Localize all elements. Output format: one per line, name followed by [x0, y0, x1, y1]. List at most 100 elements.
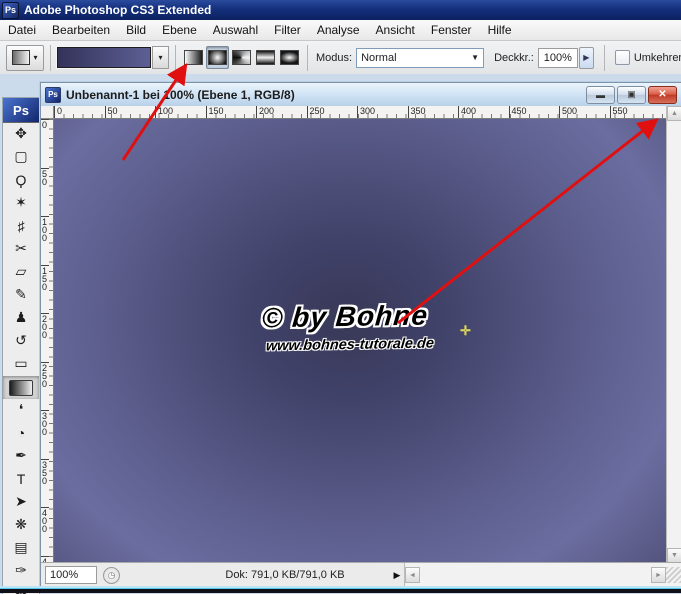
umkehren-checkbox[interactable] [614, 50, 630, 65]
tool-icon: ✶ [15, 194, 27, 210]
divider [175, 44, 176, 71]
doc-close-button[interactable]: ✕ [648, 85, 677, 104]
dodge-tool[interactable]: ◔ [3, 422, 39, 445]
opacity-value: 100% [543, 51, 572, 64]
tool-icon: ▱ [15, 263, 27, 279]
healing-brush-tool[interactable]: ▱ [3, 261, 39, 284]
crop-tool[interactable]: ♯ [3, 215, 39, 238]
ruler-label: 300 [357, 106, 408, 118]
magic-wand-tool[interactable]: ✶ [3, 192, 39, 215]
menu-item[interactable]: Ansicht [368, 21, 423, 40]
custom-shape-tool[interactable]: ❋ [3, 514, 39, 537]
type-tool[interactable]: T [3, 468, 39, 491]
pen-tool[interactable]: ✒ [3, 445, 39, 468]
scroll-down-button[interactable]: ▼ [667, 548, 681, 563]
lasso-tool[interactable]: Ϙ [3, 169, 39, 192]
menu-item[interactable]: Filter [266, 21, 309, 40]
ruler-label: 0 [54, 106, 105, 118]
gradient-preview-well[interactable] [56, 46, 152, 69]
ruler-label: 400 [458, 106, 509, 118]
chevron-right-icon: ▶ [583, 53, 590, 62]
maximize-icon: ▣ [627, 89, 636, 99]
menu-item[interactable]: Bild [118, 21, 154, 40]
opacity-slider-button[interactable]: ▶ [578, 46, 594, 69]
menu-item[interactable]: Hilfe [480, 21, 520, 40]
ruler-label: 550 [609, 106, 661, 118]
ruler-label: 200 [41, 313, 49, 362]
tool-icon: ✎ [15, 286, 27, 302]
arrow-left-icon: ◄ [409, 571, 416, 579]
scroll-right-button[interactable]: ► [651, 567, 666, 583]
menu-item[interactable]: Fenster [423, 21, 480, 40]
ruler-label: 400 [41, 507, 49, 556]
resize-grip[interactable] [666, 567, 681, 583]
menu-item[interactable]: Bearbeiten [44, 21, 118, 40]
eraser-tool[interactable]: ▭ [3, 353, 39, 376]
brush-tool[interactable]: ✎ [3, 284, 39, 307]
zoom-level-field[interactable]: 100% [45, 566, 97, 584]
blur-tool[interactable]: ❛ [3, 399, 39, 422]
ruler-label: 50 [104, 106, 156, 118]
modus-label: Modus: [316, 51, 353, 64]
app-titlebar: Ps Adobe Photoshop CS3 Extended [0, 0, 681, 20]
ruler-corner [41, 106, 54, 119]
tool-icon: ✂ [15, 240, 27, 256]
path-selection-tool[interactable]: ➤ [3, 491, 39, 514]
scroll-left-button[interactable]: ◄ [405, 567, 420, 583]
divider [50, 44, 51, 71]
clone-stamp-tool[interactable]: ♟ [3, 307, 39, 330]
gradient-tool[interactable] [3, 376, 39, 399]
scroll-up-button[interactable]: ▲ [667, 106, 681, 121]
eyedropper-tool[interactable]: ✑ [3, 560, 39, 583]
horizontal-scrollbar[interactable]: ◄ ► [404, 563, 681, 587]
gradient-angle-button[interactable] [230, 46, 253, 69]
gradient-tool-preset-button[interactable]: ▾ [6, 44, 44, 71]
gradient-diamond-button[interactable] [278, 46, 301, 69]
toolbox: Ps ✥▢Ϙ✶♯✂▱✎♟↺▭❛◔✒T➤❋▤✑✥ [2, 97, 40, 594]
arrow-up-icon: ▲ [671, 110, 678, 117]
vertical-scrollbar[interactable]: ▲ ▼ [666, 106, 681, 563]
menu-item[interactable]: Auswahl [205, 21, 266, 40]
umkehren-label: Umkehren [633, 51, 681, 64]
status-menu-button[interactable]: ▶ [390, 570, 404, 581]
watermark-url: www.bohnes-tutorale.de [265, 335, 435, 355]
minimize-icon: ▬ [596, 89, 605, 100]
opacity-field[interactable]: 100% [537, 47, 578, 68]
doc-minimize-button[interactable]: ▬ [586, 85, 615, 104]
blend-mode-select[interactable]: Normal ▼ [356, 47, 485, 68]
notes-tool[interactable]: ▤ [3, 537, 39, 560]
gradient-reflected-button[interactable] [254, 46, 277, 69]
app-title: Adobe Photoshop CS3 Extended [24, 3, 212, 17]
tool-icon: ▤ [14, 539, 28, 555]
canvas[interactable]: © by Bohne www.bohnes-tutorale.de ✛ [54, 119, 666, 563]
menu-item[interactable]: Analyse [309, 21, 368, 40]
gradient-linear-button[interactable] [182, 46, 205, 69]
history-brush-tool[interactable]: ↺ [3, 330, 39, 353]
zoom-level-value: 100% [50, 569, 79, 581]
vertical-ruler: 050100150200250300350400450 [41, 119, 54, 563]
chevron-down-icon: ▼ [471, 53, 480, 62]
slice-tool[interactable]: ✂ [3, 238, 39, 261]
arrow-right-icon: ▶ [393, 569, 401, 580]
ruler-label: 250 [306, 106, 358, 118]
photoshop-app-icon: Ps [2, 1, 19, 19]
gradient-type-icon [256, 50, 275, 65]
tool-icon: ✑ [15, 562, 27, 578]
document-file-icon: Ps [45, 86, 61, 103]
ruler-label: 50 [41, 167, 49, 217]
gradient-picker-open-button[interactable]: ▾ [152, 46, 169, 69]
move-tool[interactable]: ✥ [3, 123, 39, 146]
doc-maximize-button[interactable]: ▣ [617, 85, 646, 104]
menu-item[interactable]: Datei [0, 21, 44, 40]
desktop-edge [0, 586, 681, 593]
clock-icon: ◷ [103, 566, 120, 584]
gradient-radial-button[interactable] [206, 46, 229, 69]
tool-icon: ✒ [15, 447, 27, 463]
gradient-type-icon [280, 50, 299, 65]
marquee-tool[interactable]: ▢ [3, 146, 39, 169]
menu-item[interactable]: Ebene [154, 21, 205, 40]
gradient-type-icon [208, 50, 227, 65]
tool-icon: ❋ [15, 516, 27, 532]
document-window: Ps Unbenannt-1 bei 100% (Ebene 1, RGB/8)… [40, 82, 681, 588]
document-titlebar[interactable]: Ps Unbenannt-1 bei 100% (Ebene 1, RGB/8)… [41, 83, 681, 107]
